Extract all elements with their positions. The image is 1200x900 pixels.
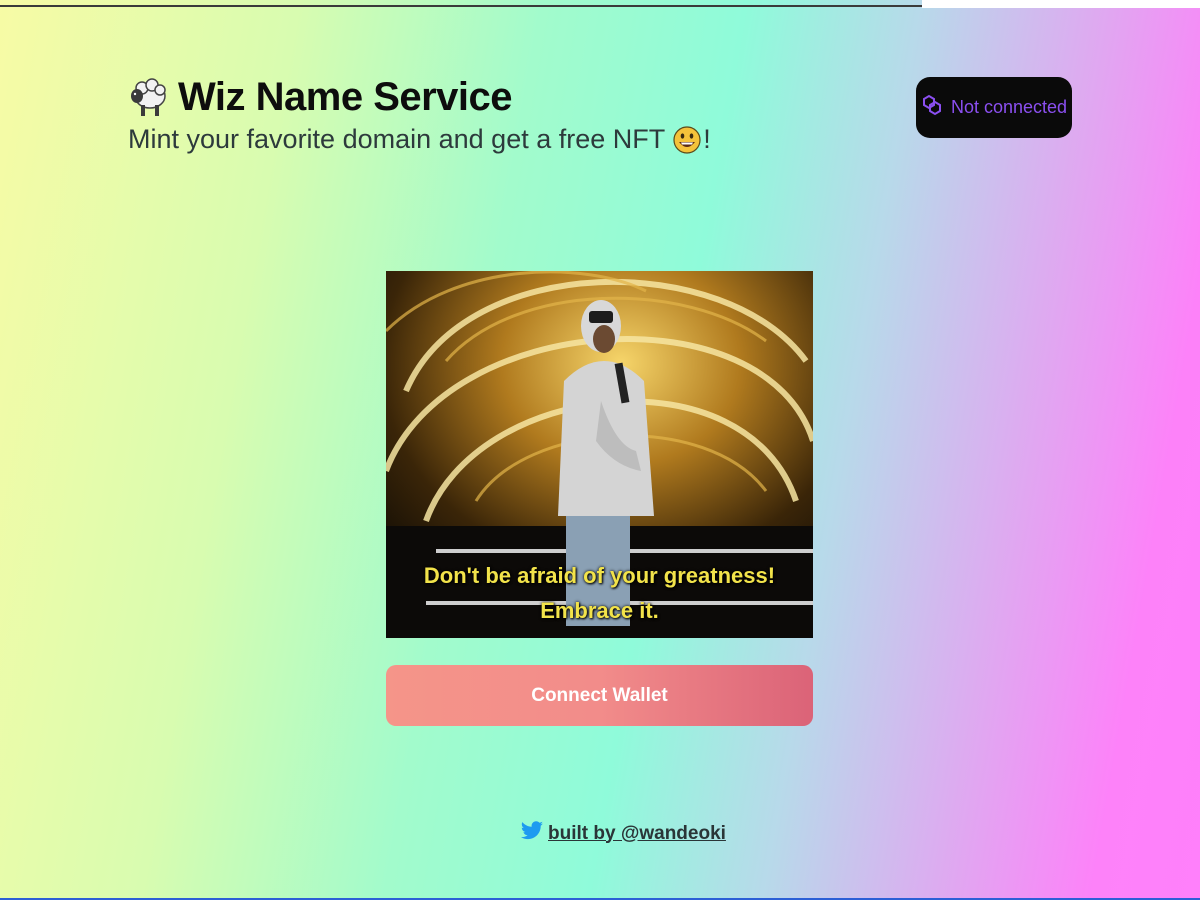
- title-row: Wiz Name Service: [128, 74, 711, 120]
- polygon-link-icon: [921, 93, 943, 122]
- sheep-icon: [128, 74, 168, 120]
- subtitle-suffix: !: [703, 124, 711, 154]
- wallet-status-button[interactable]: Not connected: [916, 77, 1072, 138]
- header: Wiz Name Service Mint your favorite doma…: [128, 74, 711, 155]
- gif-caption-line1: Don't be afraid of your greatness!: [423, 563, 776, 588]
- window-top-gap: [922, 0, 1200, 8]
- gif-caption-line2: Embrace it.: [540, 598, 659, 623]
- subtitle-text: Mint your favorite domain and get a free…: [128, 124, 666, 154]
- hero-gif: Don't be afraid of your greatness! Embra…: [386, 271, 813, 638]
- window-top-border: [0, 5, 922, 7]
- subtitle: Mint your favorite domain and get a free…: [128, 124, 711, 155]
- footer: built by @wandeoki: [520, 820, 726, 847]
- page-title: Wiz Name Service: [178, 74, 513, 119]
- connect-wallet-button[interactable]: Connect Wallet: [386, 665, 813, 726]
- wallet-status-label: Not connected: [950, 97, 1068, 117]
- footer-twitter-link[interactable]: built by @wandeoki: [548, 823, 726, 845]
- smiling-face-icon: [673, 125, 701, 155]
- twitter-icon[interactable]: [520, 820, 544, 847]
- app-page: Wiz Name Service Mint your favorite doma…: [0, 0, 1200, 900]
